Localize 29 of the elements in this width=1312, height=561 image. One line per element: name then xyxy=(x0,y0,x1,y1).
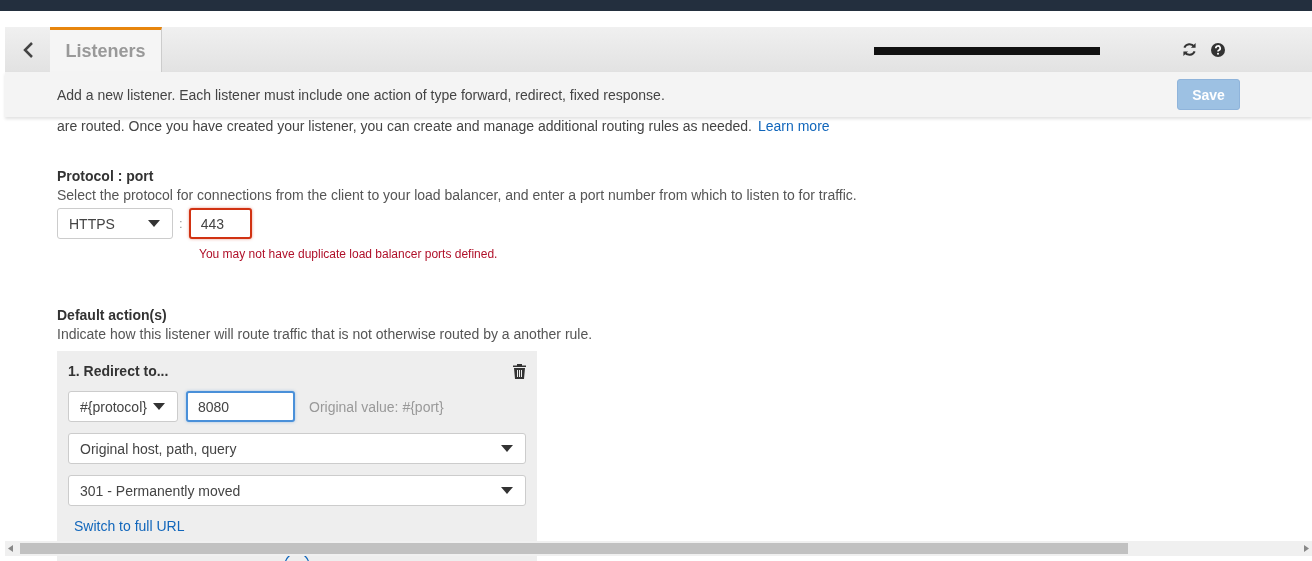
trash-icon[interactable] xyxy=(513,363,526,379)
hint-text: Original value: #{port} xyxy=(309,398,444,415)
action-title: 1. Redirect to... xyxy=(68,363,169,379)
status-code-dropdown[interactable]: 301 - Permanently moved xyxy=(68,475,526,506)
port-input[interactable]: 8080 xyxy=(186,391,295,422)
caret-icon xyxy=(153,403,165,410)
switch-url-link[interactable]: Switch to full URL xyxy=(74,518,185,534)
separator-text: : xyxy=(179,216,183,231)
host-path-dropdown[interactable]: Original host, path, query xyxy=(68,433,526,464)
caret-icon xyxy=(501,445,513,452)
info-text: Add a new listener. Each listener must include one action of type forward, redirect, fixed response. xyxy=(57,86,665,103)
error-message: You may not have duplicate load balancer ports defined. xyxy=(199,247,499,261)
scroll-right-icon[interactable] xyxy=(1304,545,1309,552)
port-input[interactable]: 443 xyxy=(188,208,252,239)
protocol-dropdown[interactable]: #{protocol} xyxy=(68,391,178,422)
section-title: Protocol : port xyxy=(57,168,155,184)
learn-more-link[interactable]: Learn more xyxy=(758,118,830,134)
horizontal-scrollbar[interactable] xyxy=(5,541,1312,556)
chevron-left-icon xyxy=(21,40,34,59)
help-icon[interactable] xyxy=(1211,42,1225,57)
scroll-left-icon[interactable] xyxy=(8,545,13,552)
caret-icon xyxy=(501,487,513,494)
intro-text: are routed. Once you have created your listener, you can create and manage additional routing rules as needed. Learn more xyxy=(57,117,831,136)
protocol-dropdown[interactable]: HTTPS xyxy=(57,208,173,239)
section-description: Indicate how this listener will route traffic that is not otherwise routed by a another rule. xyxy=(57,326,594,343)
caret-icon xyxy=(148,220,160,227)
section-title: Default action(s) xyxy=(57,307,168,323)
section-description: Select the protocol for connections from the client to your load balancer, and enter a port number from which to listen to for traffic. xyxy=(57,187,858,204)
refresh-icon[interactable] xyxy=(1182,42,1197,57)
